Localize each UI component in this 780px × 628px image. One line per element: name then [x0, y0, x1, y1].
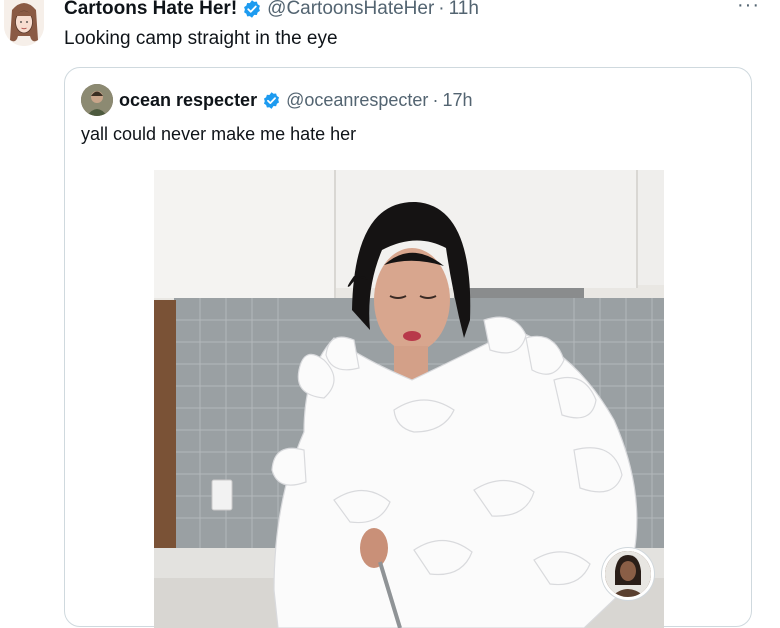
quoted-author-avatar[interactable]	[81, 84, 113, 116]
author-handle[interactable]: @CartoonsHateHer	[267, 0, 434, 20]
creator-thumbnail-icon	[605, 551, 651, 597]
author-name[interactable]: Cartoons Hate Her!	[64, 0, 237, 20]
verified-badge-icon	[242, 0, 262, 19]
author-avatar[interactable]	[4, 0, 44, 46]
separator-dot: ·	[438, 0, 445, 19]
tweet-header: Cartoons Hate Her! @CartoonsHateHer · 11…	[64, 0, 479, 22]
media-photo	[154, 170, 664, 628]
quoted-tweet-header: ocean respecter @oceanrespecter · 17h	[81, 84, 472, 116]
quoted-timestamp[interactable]: 17h	[442, 90, 472, 111]
photo-avatar-icon	[81, 84, 113, 116]
quoted-verified-badge-icon	[262, 91, 281, 110]
quoted-separator-dot: ·	[432, 89, 439, 110]
quoted-tweet-media[interactable]	[154, 170, 664, 628]
illustrated-woman-avatar-icon	[4, 0, 44, 46]
quoted-author-name[interactable]: ocean respecter	[119, 90, 257, 111]
video-creator-avatar[interactable]	[602, 548, 654, 600]
more-options-icon[interactable]: ···	[737, 0, 760, 17]
quoted-tweet-card[interactable]: ocean respecter @oceanrespecter · 17h ya…	[64, 67, 752, 628]
quoted-tweet-text: yall could never make me hate her	[81, 124, 357, 144]
tweet-text: Looking camp straight in the eye	[64, 28, 338, 49]
tweet-timestamp[interactable]: 11h	[449, 0, 479, 20]
quoted-author-handle[interactable]: @oceanrespecter	[286, 90, 428, 111]
